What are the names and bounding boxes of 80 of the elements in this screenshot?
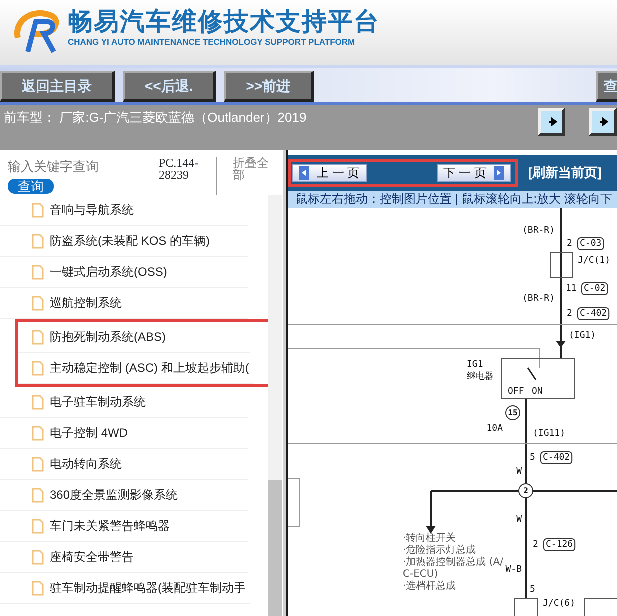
diagram-label: ON [532,387,543,397]
connector-label: C-126 [544,538,576,552]
document-icon [32,234,44,248]
document-icon [32,456,44,472]
connector-label: C-03 [578,238,604,250]
tree-item[interactable]: 一键式启动系统(OSS) [0,257,248,288]
search-button[interactable]: 查询 [8,178,54,194]
diagram-label: 2 [567,309,572,319]
diagram-label: (IG1) [569,331,596,341]
document-icon [32,518,44,534]
connector-label: C-402 [578,308,610,320]
refresh-link[interactable]: [刷新当前页] [528,163,602,183]
document-icon [32,550,44,564]
diagram-note: ·危险指示灯总成 [403,545,476,556]
document-icon [32,426,44,440]
document-icon [32,580,44,596]
arrow-right-icon [598,117,608,127]
page-button[interactable] [538,108,566,136]
nav-button[interactable]: <<后退. [123,71,216,102]
document-icon [32,394,44,410]
collapse-all-link[interactable]: 折叠全部 [233,157,273,195]
diagram-note: ·选档杆总成 [403,581,456,592]
tree-item[interactable]: 电子控制 4WD [0,418,248,449]
diagram-label: 2 [533,540,538,550]
diagram-label: 10A [486,424,503,434]
usage-hint: 鼠标左右拖动：控制图片位置 | 鼠标滚轮向上:放大 滚轮向下 [288,191,617,208]
document-icon [32,296,44,310]
diagram-note: ·转向柱开关 [403,533,456,544]
document-icon [32,264,44,280]
circled-number: 15 [508,408,518,418]
arrow-left-icon [299,166,309,180]
logo-icon [14,8,60,56]
diagram-label: J/C(1) [578,256,611,266]
connector-label: C-402 [540,452,573,464]
diagram-label: 2 [567,239,572,249]
next-page-button[interactable]: 下 一 页 [436,164,512,182]
vehicle-model-text: 前车型： 厂家:G-广汽三菱欧蓝德（Outlander）2019 [4,109,308,127]
diagram-label: W-B [506,565,522,575]
diagram-label: OFF [508,387,524,397]
document-icon [32,360,44,376]
diagram-label: 继电器 [467,372,494,382]
tree-item[interactable]: 电子驻车制动系统 [0,387,248,418]
circled-number: 2 [524,486,528,496]
diagram-label: W [516,467,522,477]
connector-label: C-02 [582,282,608,296]
arrow-right-icon [546,117,557,127]
catalog-code: PC.144-28239 [159,157,217,195]
document-icon [32,488,44,502]
tree-item[interactable]: 电动转向系统 [0,449,248,480]
diagram-note: ·加热器控制器总成 (A/ [403,557,504,568]
diagram-note: C-ECU) [403,569,438,580]
tree-item[interactable]: 座椅安全带警告 [0,542,248,573]
tree-item[interactable]: 驻车制动提醒蜂鸣器(装配驻车制动手 [0,573,250,604]
nav-button[interactable]: >>前进 [224,71,314,102]
tree-item[interactable]: 巡航控制系统 [0,288,248,319]
document-icon [32,202,44,218]
tree-item[interactable]: 音响与导航系统 [0,195,248,226]
diagram-label: 11 [566,284,577,294]
arrow-right-icon [494,166,504,180]
diagram-label: (IG11) [533,429,566,439]
search-field[interactable]: 输入关键字查询 [8,157,143,176]
previous-page-button[interactable]: 上 一 页 [292,164,367,182]
document-icon [32,330,44,344]
diagram-label: 5 [530,585,536,595]
site-subtitle: CHANG YI AUTO MAINTENANCE TECHNOLOGY SUPPORT PLATFORM [68,36,356,48]
site-title: 畅易汽车维修技术支持平台 [68,8,380,36]
tree-item[interactable]: 主动稳定控制 (ASC) 和上坡起步辅助( [18,353,254,384]
tree-item[interactable]: 360度全景监测影像系统 [0,480,248,511]
diagram-label: (BR-R) [522,226,555,236]
diagram-label: IG1 [467,360,484,370]
diagram-label: W [516,515,522,525]
tree-item[interactable]: 防盗系统(未装配 KOS 的车辆) [0,226,248,257]
page-button[interactable] [589,108,617,136]
diagram-label: 5 [530,453,536,463]
tree-item[interactable]: 防抱死制动系统(ABS) [18,322,250,353]
scrollbar[interactable] [268,195,282,616]
diagram-label: (BR-R) [522,294,555,304]
diagram-label: J/C(6) [543,599,576,609]
nav-button[interactable]: 返回主目录 [0,71,115,102]
tree-item[interactable]: 车门未关紧警告蜂鸣器 [0,511,248,542]
